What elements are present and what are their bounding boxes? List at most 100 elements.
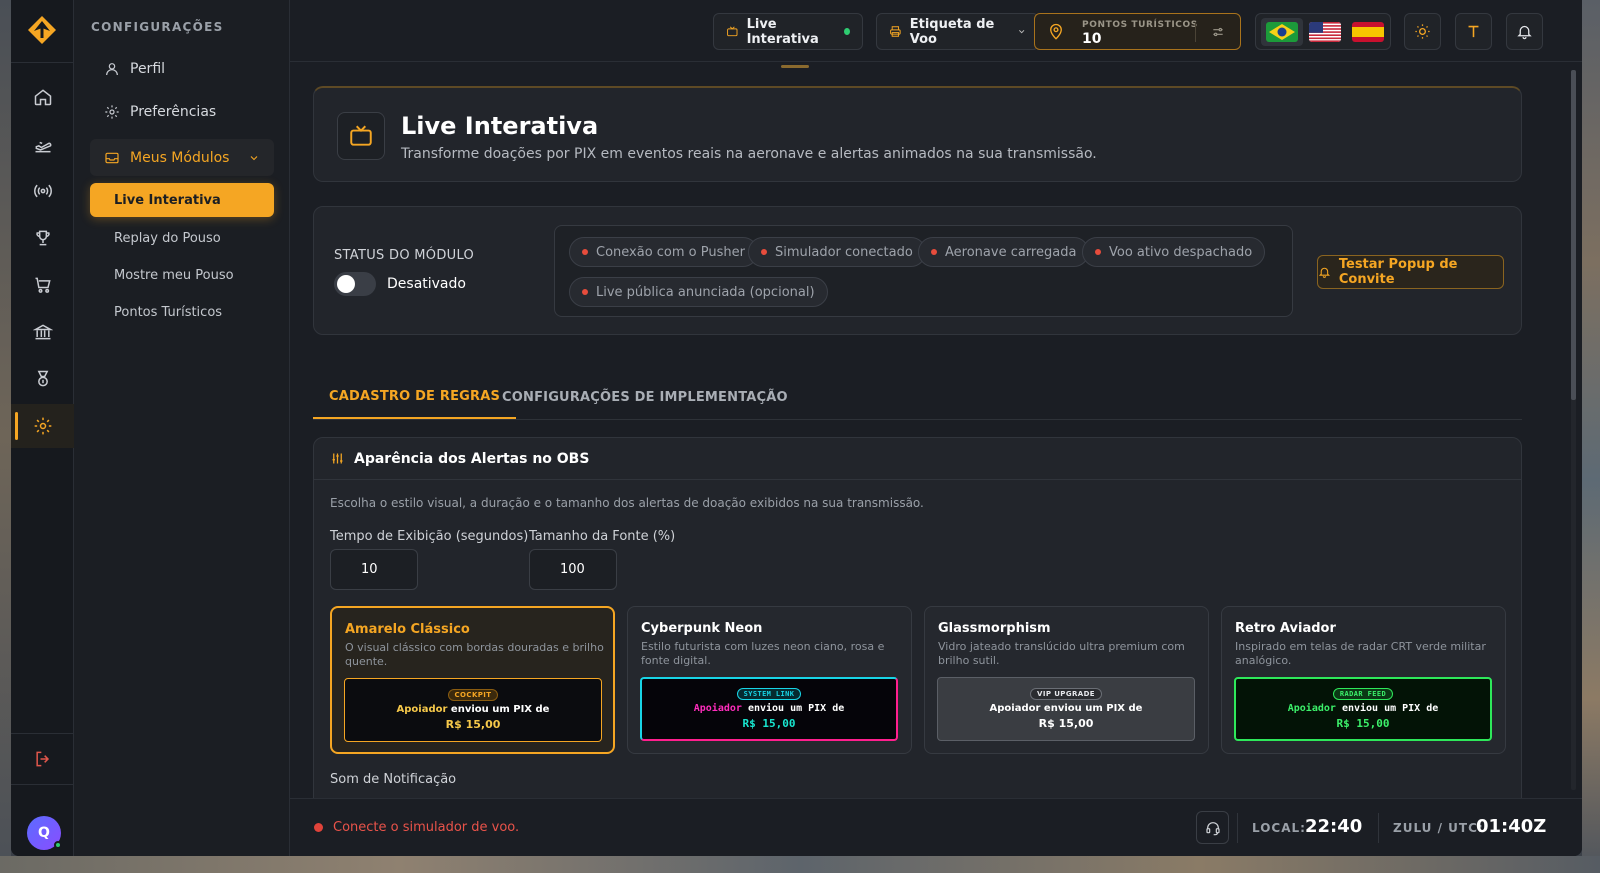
panel-description: Escolha o estilo visual, a duração e o t… <box>330 496 924 510</box>
rail-divider <box>11 733 74 734</box>
top-bar: Live Interativa Etiqueta de Voo PONTOS T… <box>290 0 1582 62</box>
icon-rail: Q <box>11 0 74 856</box>
style-card-retro-aviador[interactable]: Retro Aviador Inspirado em telas de rada… <box>1221 606 1506 754</box>
printer-icon <box>890 26 901 37</box>
style-card-amarelo-classico[interactable]: Amarelo Clássico O visual clássico com b… <box>330 606 615 754</box>
local-time-label: LOCAL: <box>1252 821 1306 835</box>
theme-toggle-button[interactable] <box>1404 13 1441 50</box>
requirement-chip: Live pública anunciada (opcional) <box>569 277 828 307</box>
requirement-chip: Simulador conectado <box>748 237 926 267</box>
style-card-glassmorphism[interactable]: Glassmorphism Vidro jateado translúcido … <box>924 606 1209 754</box>
style-description: Inspirado em telas de radar CRT verde mi… <box>1235 640 1486 667</box>
style-title: Cyberpunk Neon <box>641 621 763 636</box>
preview-badge: COCKPIT <box>447 689 499 701</box>
simulator-warning-text: Conecte o simulador de voo. <box>333 820 520 835</box>
logo-icon[interactable] <box>26 14 58 46</box>
sidebar-item-preferencias[interactable]: Preferências <box>90 94 274 130</box>
error-dot <box>761 249 767 255</box>
sliders-icon[interactable] <box>1211 25 1225 39</box>
cart-icon[interactable] <box>11 263 74 307</box>
requirement-chip: Voo ativo despachado <box>1082 237 1266 267</box>
error-dot <box>582 289 588 295</box>
chevron-down-icon <box>250 155 258 160</box>
trophy-icon[interactable] <box>11 216 74 260</box>
avatar-initial: Q <box>38 825 50 841</box>
tv-icon <box>337 112 385 160</box>
style-title: Amarelo Clássico <box>345 622 470 637</box>
test-popup-button[interactable]: Testar Popup de Convite <box>1317 255 1504 289</box>
bank-icon[interactable] <box>11 310 74 354</box>
preview-supporter: Apoiador <box>989 703 1041 714</box>
medal-icon[interactable] <box>11 357 74 401</box>
requirements-list: Conexão com o Pusher Simulador conectado… <box>554 225 1293 317</box>
font-size-button[interactable] <box>1455 13 1492 50</box>
main-scrollbar[interactable] <box>1571 70 1576 790</box>
module-toggle[interactable] <box>334 272 376 296</box>
preview-line: Apoiador enviou um PIX de <box>397 704 550 715</box>
points-divider <box>1195 22 1196 42</box>
status-label: STATUS DO MÓDULO <box>334 248 475 263</box>
requirement-label: Voo ativo despachado <box>1109 244 1253 260</box>
notifications-button[interactable] <box>1506 13 1543 50</box>
etiqueta-de-voo-dropdown[interactable]: Etiqueta de Voo <box>876 13 1039 50</box>
pontos-turisticos-widget[interactable]: PONTOS TURÍSTICOS 10 <box>1034 13 1241 50</box>
font-size-input[interactable]: 100 <box>529 549 617 590</box>
footer-divider <box>1237 813 1238 843</box>
module-header-card: Live Interativa Transforme doações por P… <box>313 86 1522 182</box>
live-interativa-label: Live Interativa <box>746 16 819 47</box>
departure-icon[interactable] <box>11 123 74 167</box>
preview-amount: R$ 15,00 <box>1336 717 1390 730</box>
live-status-dot <box>844 28 850 35</box>
preview-text: enviou um PIX de <box>747 703 845 714</box>
sidebar-subitem-mostre-meu-pouso[interactable]: Mostre meu Pouso <box>90 258 274 292</box>
preview-line: Apoiador enviou um PIX de <box>1288 703 1439 714</box>
bell-icon <box>1517 25 1532 40</box>
sun-icon <box>1415 24 1430 39</box>
tv-icon <box>727 26 738 37</box>
avatar[interactable]: Q <box>27 816 62 850</box>
test-popup-label: Testar Popup de Convite <box>1338 257 1458 287</box>
flag-brazil-icon[interactable] <box>1266 22 1298 42</box>
preview-text: enviou um PIX de <box>1043 703 1143 714</box>
app-window: Q CONFIGURAÇÕES Perfil Preferências Meus… <box>11 0 1582 856</box>
error-dot <box>582 249 588 255</box>
sidebar-item-perfil[interactable]: Perfil <box>90 51 274 87</box>
desktop-background-left <box>0 0 11 873</box>
headset-icon <box>1205 821 1220 835</box>
style-preview: RADAR FEED Apoiador enviou um PIX de R$ … <box>1234 677 1492 741</box>
style-description: O visual clássico com bordas douradas e … <box>345 641 604 668</box>
text-icon <box>1468 25 1479 38</box>
requirement-label: Live pública anunciada (opcional) <box>596 284 815 300</box>
style-description: Estilo futurista com luzes neon ciano, r… <box>641 640 885 667</box>
sidebar-subitem-pontos-turisticos[interactable]: Pontos Turísticos <box>90 295 274 329</box>
page-subtitle: Transforme doações por PIX em eventos re… <box>401 146 1097 162</box>
live-interativa-button[interactable]: Live Interativa <box>713 13 863 50</box>
preview-badge: VIP UPGRADE <box>1030 688 1102 700</box>
style-card-cyberpunk-neon[interactable]: Cyberpunk Neon Estilo futurista com luze… <box>627 606 912 754</box>
zulu-time-value: 01:40Z <box>1476 816 1547 837</box>
home-icon[interactable] <box>11 75 74 119</box>
sidebar-group-label: Meus Módulos <box>130 149 230 166</box>
zulu-time-label: ZULU / UTC: <box>1393 821 1484 835</box>
sidebar-subitem-live-interativa[interactable]: Live Interativa <box>90 183 274 217</box>
flag-spain-icon[interactable] <box>1352 22 1384 42</box>
support-button[interactable] <box>1196 811 1229 844</box>
main-content: Live Interativa Transforme doações por P… <box>290 63 1582 837</box>
tab-configuracoes-de-implementacao[interactable]: CONFIGURAÇÕES DE IMPLEMENTAÇÃO <box>486 375 804 419</box>
sidebar-subitem-replay-do-pouso[interactable]: Replay do Pouso <box>90 221 274 255</box>
duration-input[interactable]: 10 <box>330 549 418 590</box>
local-time-value: 22:40 <box>1305 816 1363 837</box>
broadcast-icon[interactable] <box>11 169 74 213</box>
flag-usa-icon[interactable] <box>1309 22 1341 42</box>
gear-icon[interactable] <box>11 404 74 448</box>
logout-icon[interactable] <box>11 737 74 781</box>
points-label: PONTOS TURÍSTICOS <box>1082 20 1198 30</box>
status-state: Desativado <box>387 276 466 292</box>
sidebar-item-label: Perfil <box>130 61 166 77</box>
requirement-label: Simulador conectado <box>775 244 913 260</box>
error-dot <box>931 249 937 255</box>
error-dot <box>314 823 323 832</box>
preview-badge: RADAR FEED <box>1332 688 1394 700</box>
preview-text: enviou um PIX de <box>450 704 550 715</box>
sidebar-group-meus-modulos[interactable]: Meus Módulos <box>90 139 274 176</box>
